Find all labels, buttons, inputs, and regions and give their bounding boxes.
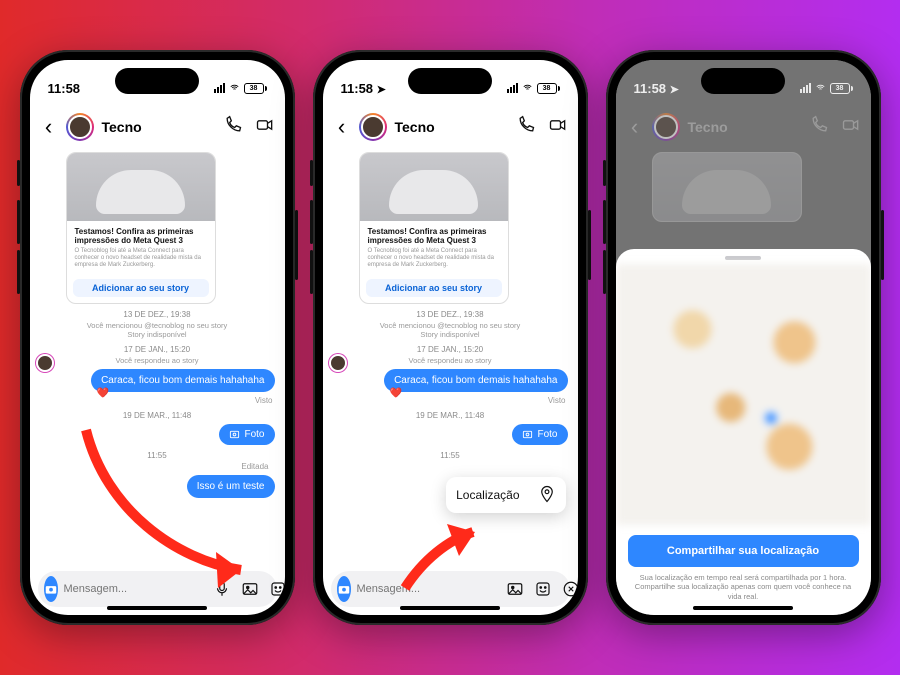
seen-indicator: Visto xyxy=(333,396,566,405)
heart-reaction-icon[interactable]: ❤️ xyxy=(390,388,402,399)
location-services-icon: ➤ xyxy=(377,84,386,96)
story-image xyxy=(67,153,215,221)
phone-mockup-2: 11:58 ➤ 38 ‹ Tecno Testamos! Confira as … xyxy=(313,50,588,625)
chat-body[interactable]: Testamos! Confira as primeiras impressõe… xyxy=(30,148,285,563)
dynamic-island xyxy=(701,68,785,94)
camera-button[interactable] xyxy=(337,576,351,602)
sent-message[interactable]: Caraca, ficou bom demais hahahaha xyxy=(384,369,567,392)
back-button[interactable]: ‹ xyxy=(40,114,58,140)
story-headline: Testamos! Confira as primeiras impressõe… xyxy=(75,227,207,245)
video-call-button[interactable] xyxy=(548,115,568,140)
sticker-icon[interactable] xyxy=(268,579,285,599)
timestamp: 13 DE DEZ., 19:38 xyxy=(333,310,568,319)
system-message: Você respondeu ao story xyxy=(333,356,568,365)
timestamp: 19 DE MAR., 11:48 xyxy=(333,411,568,420)
timestamp: 13 DE DEZ., 19:38 xyxy=(40,310,275,319)
story-preview-card xyxy=(652,152,802,222)
image-icon[interactable] xyxy=(240,579,260,599)
battery-icon: 38 xyxy=(830,83,853,94)
status-time: 11:58 xyxy=(48,81,81,96)
timestamp: 19 DE MAR., 11:48 xyxy=(40,411,275,420)
contact-name[interactable]: Tecno xyxy=(395,119,508,135)
add-to-story-button[interactable]: Adicionar ao seu story xyxy=(366,279,502,297)
phone-mockup-1: 11:58 38 ‹ Tecno Testamos! Confira as pr… xyxy=(20,50,295,625)
camera-button[interactable] xyxy=(44,576,58,602)
story-preview-card[interactable]: Testamos! Confira as primeiras impressõe… xyxy=(359,152,509,304)
cellular-icon xyxy=(800,83,811,93)
avatar[interactable] xyxy=(359,113,387,141)
location-pin-icon xyxy=(538,485,556,505)
timestamp: 17 DE JAN., 15:20 xyxy=(40,345,275,354)
chat-header: ‹ Tecno xyxy=(30,106,285,148)
system-message: Você mencionou @tecnoblog no seu story xyxy=(333,321,568,330)
location-services-icon: ➤ xyxy=(670,84,679,96)
avatar xyxy=(652,113,680,141)
location-option-popup[interactable]: Localização xyxy=(446,477,565,513)
cellular-icon xyxy=(507,83,518,93)
story-headline: Testamos! Confira as primeiras impressõe… xyxy=(368,227,500,245)
system-message: Story indisponível xyxy=(40,330,275,339)
message-composer xyxy=(38,571,277,607)
location-label: Localização xyxy=(456,488,519,502)
chat-header: ‹ Tecno xyxy=(323,106,578,148)
story-preview-card[interactable]: Testamos! Confira as primeiras impressõe… xyxy=(66,152,216,304)
map-preview[interactable] xyxy=(616,264,871,525)
close-circle-icon[interactable] xyxy=(561,579,578,599)
message-composer xyxy=(331,571,570,607)
chat-body[interactable]: Testamos! Confira as primeiras impressõe… xyxy=(323,148,578,563)
dynamic-island xyxy=(408,68,492,94)
status-time: 11:58 xyxy=(341,81,374,96)
status-time: 11:58 xyxy=(634,81,667,96)
home-indicator[interactable] xyxy=(107,606,207,610)
system-message: Você mencionou @tecnoblog no seu story xyxy=(40,321,275,330)
phone-mockup-3: 11:58 ➤ 38 ‹ Tecno Compartilh xyxy=(606,50,881,625)
sticker-icon[interactable] xyxy=(533,579,553,599)
heart-reaction-icon[interactable]: ❤️ xyxy=(97,388,109,399)
mic-icon[interactable] xyxy=(212,579,232,599)
photo-message[interactable]: Foto xyxy=(219,424,274,445)
seen-indicator: Visto xyxy=(40,396,273,405)
message-input[interactable] xyxy=(357,583,499,595)
back-button[interactable]: ‹ xyxy=(626,114,644,140)
call-button xyxy=(809,115,829,140)
system-message: Você respondeu ao story xyxy=(40,356,275,365)
cellular-icon xyxy=(214,83,225,93)
photo-message[interactable]: Foto xyxy=(512,424,567,445)
timestamp: 11:55 xyxy=(333,451,568,460)
video-call-button[interactable] xyxy=(255,115,275,140)
timestamp: 17 DE JAN., 15:20 xyxy=(333,345,568,354)
image-icon[interactable] xyxy=(505,579,525,599)
share-location-sheet: Compartilhar sua localização Sua localiz… xyxy=(616,249,871,615)
call-button[interactable] xyxy=(516,115,536,140)
timestamp: 11:55 xyxy=(40,451,275,460)
contact-name[interactable]: Tecno xyxy=(102,119,215,135)
wifi-icon xyxy=(228,83,241,93)
contact-name: Tecno xyxy=(688,119,801,135)
story-subtext: O Tecnoblog foi até a Meta Connect para … xyxy=(75,248,207,269)
message-input[interactable] xyxy=(64,583,206,595)
edited-label: Editada xyxy=(40,462,269,471)
call-button[interactable] xyxy=(223,115,243,140)
wifi-icon xyxy=(521,83,534,93)
home-indicator[interactable] xyxy=(400,606,500,610)
story-image xyxy=(360,153,508,221)
home-indicator[interactable] xyxy=(693,606,793,610)
add-to-story-button[interactable]: Adicionar ao seu story xyxy=(73,279,209,297)
share-location-button[interactable]: Compartilhar sua localização xyxy=(628,535,859,567)
dynamic-island xyxy=(115,68,199,94)
system-message: Story indisponível xyxy=(333,330,568,339)
back-button[interactable]: ‹ xyxy=(333,114,351,140)
battery-icon: 38 xyxy=(537,83,560,94)
sheet-grabber[interactable] xyxy=(725,256,761,260)
video-call-button xyxy=(841,115,861,140)
chat-header: ‹ Tecno xyxy=(616,106,871,148)
sent-message[interactable]: Isso é um teste xyxy=(187,475,275,498)
sent-message[interactable]: Caraca, ficou bom demais hahahaha xyxy=(91,369,274,392)
battery-icon: 38 xyxy=(244,83,267,94)
avatar[interactable] xyxy=(66,113,94,141)
wifi-icon xyxy=(814,83,827,93)
story-subtext: O Tecnoblog foi até a Meta Connect para … xyxy=(368,248,500,269)
